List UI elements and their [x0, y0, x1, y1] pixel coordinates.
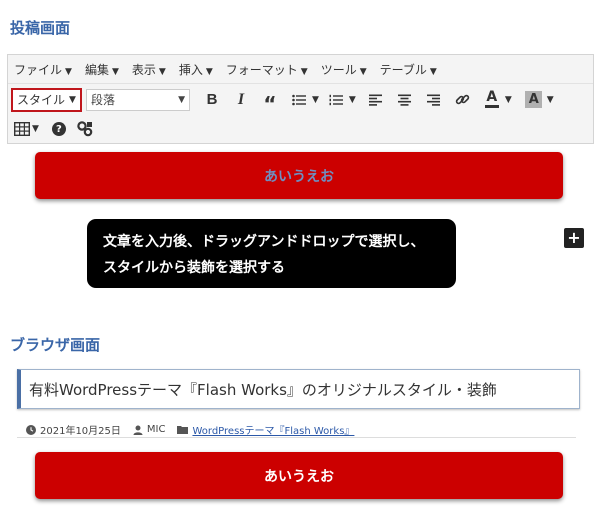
menu-tools-label: ツール: [320, 62, 357, 77]
bold-icon: B: [206, 91, 218, 108]
menu-insert-label: 挿入: [178, 62, 203, 77]
editor-styled-button[interactable]: あいうえお: [35, 152, 563, 199]
post-author: MIC: [133, 424, 166, 435]
text-color-swatch: [484, 105, 499, 108]
menu-file-label: ファイル: [14, 62, 63, 77]
browser-section-title: ブラウザ画面: [10, 336, 101, 354]
rich-text-editor: ファイル ▼ 編集 ▼ 表示 ▼ 挿入 ▼ フォーマット ▼ ツール ▼ テーブル ▼ スタイ…: [7, 54, 594, 144]
help-button[interactable]: ?: [47, 117, 71, 141]
editor-toolbar: スタイル ▼ 段落 ▼ B I “ ▼ ▼ A ▼ A ▼: [8, 84, 593, 115]
help-icon: ?: [51, 122, 66, 136]
post-date-text: 2021年10月25日: [40, 426, 121, 437]
align-right-icon: [427, 94, 441, 106]
numbered-list-button[interactable]: [324, 88, 348, 112]
bullet-list-button[interactable]: [287, 88, 311, 112]
bullet-list-icon: [292, 94, 306, 105]
menu-edit[interactable]: 編集 ▼: [85, 61, 119, 78]
user-icon: [133, 425, 143, 435]
menu-edit-label: 編集: [84, 62, 109, 77]
align-right-button[interactable]: [422, 88, 446, 112]
post-date: 2021年10月25日: [26, 422, 121, 437]
chevron-down-icon[interactable]: ▼: [505, 95, 512, 105]
chevron-down-icon[interactable]: ▼: [32, 124, 39, 134]
table-button[interactable]: [13, 117, 31, 141]
chevron-down-icon: ▼: [69, 94, 76, 105]
editor-section-title: 投稿画面: [10, 19, 71, 37]
align-center-icon: [398, 94, 412, 106]
clock-icon: [26, 424, 36, 435]
format-dropdown[interactable]: 段落 ▼: [86, 88, 190, 111]
chevron-down-icon: ▼: [158, 66, 166, 77]
menu-file[interactable]: ファイル ▼: [14, 61, 72, 78]
chevron-down-icon: ▼: [178, 94, 185, 105]
table-icon: [14, 122, 30, 136]
chevron-down-icon[interactable]: ▼: [349, 95, 356, 105]
tooltip-line2: スタイルから装飾を選択する: [103, 260, 285, 276]
style-dropdown[interactable]: スタイル ▼: [11, 87, 82, 112]
format-dropdown-label: 段落: [91, 93, 116, 107]
menu-view-label: 表示: [131, 62, 156, 77]
plugin-button[interactable]: [73, 117, 97, 141]
plugin-icon: [77, 121, 93, 137]
align-left-icon: [369, 94, 383, 106]
post-meta: 2021年10月25日 MIC WordPressテーマ『Flash Works…: [26, 422, 366, 437]
chevron-down-icon: ▼: [65, 66, 72, 77]
chevron-down-icon: ▼: [205, 66, 213, 77]
menu-view[interactable]: 表示 ▼: [132, 61, 166, 78]
menu-table[interactable]: テーブル ▼: [380, 61, 437, 78]
post-category: WordPressテーマ『Flash Works』: [177, 422, 354, 437]
italic-button[interactable]: I: [229, 88, 253, 112]
align-center-button[interactable]: [393, 88, 417, 112]
menu-format-label: フォーマット: [225, 62, 298, 77]
folder-icon: [177, 426, 189, 434]
blockquote-button[interactable]: “: [258, 88, 282, 116]
numbered-list-icon: [329, 94, 343, 105]
tooltip-line1: 文章を入力後、ドラッグアンドドロップで選択し、: [103, 234, 425, 250]
editor-toolbar-row2: ▼ ?: [8, 115, 593, 143]
chevron-down-icon: ▼: [359, 66, 367, 77]
blockquote-icon: “: [263, 91, 277, 116]
menu-insert[interactable]: 挿入 ▼: [179, 61, 213, 78]
align-left-button[interactable]: [364, 88, 388, 112]
chevron-down-icon[interactable]: ▼: [312, 95, 319, 105]
editor-menubar: ファイル ▼ 編集 ▼ 表示 ▼ 挿入 ▼ フォーマット ▼ ツール ▼ テーブル ▼: [8, 55, 593, 84]
post-category-link[interactable]: WordPressテーマ『Flash Works』: [192, 422, 354, 437]
chevron-down-icon[interactable]: ▼: [547, 95, 554, 105]
menu-format[interactable]: フォーマット ▼: [226, 61, 308, 78]
bold-button[interactable]: B: [200, 88, 224, 112]
background-color-icon: A: [525, 91, 543, 108]
background-color-button[interactable]: A: [522, 88, 546, 112]
meta-divider: [17, 437, 576, 438]
menu-tools[interactable]: ツール ▼: [321, 61, 367, 78]
text-color-button[interactable]: A: [480, 88, 504, 112]
chevron-down-icon: ▼: [111, 66, 119, 77]
text-color-icon: A: [486, 89, 498, 105]
add-block-button[interactable]: +: [564, 228, 584, 248]
link-icon: [456, 94, 470, 105]
post-title: 有料WordPressテーマ『Flash Works』のオリジナルスタイル・装飾: [17, 369, 580, 409]
italic-icon: I: [237, 90, 245, 108]
chevron-down-icon: ▼: [429, 66, 437, 77]
menu-table-label: テーブル: [379, 62, 427, 77]
post-author-text: MIC: [146, 424, 166, 435]
instruction-tooltip: 文章を入力後、ドラッグアンドドロップで選択し、 スタイルから装飾を選択する: [87, 219, 456, 288]
link-button[interactable]: [451, 88, 475, 112]
style-dropdown-label: スタイル: [17, 93, 66, 107]
chevron-down-icon: ▼: [300, 66, 308, 77]
browser-styled-button[interactable]: あいうえお: [35, 452, 563, 499]
